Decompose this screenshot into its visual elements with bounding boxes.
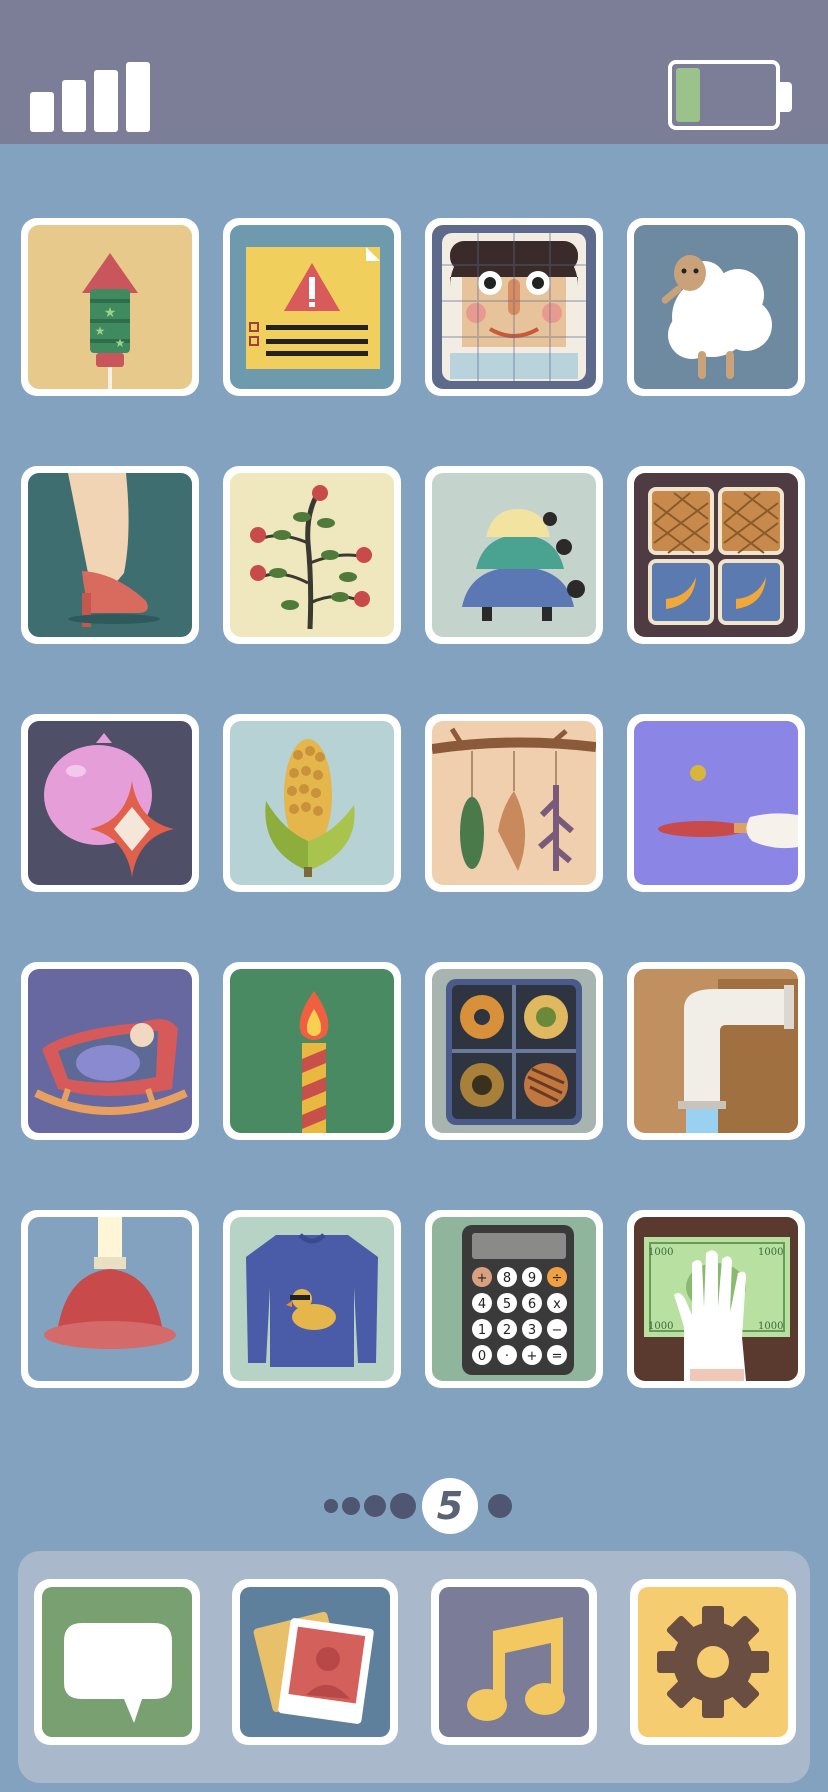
calculator-key-label: = <box>552 1349 563 1364</box>
warning-document-icon <box>230 225 394 389</box>
calculator-key-label: − <box>552 1323 563 1338</box>
firework-rocket-icon: ★ ★ ★ <box>28 225 192 389</box>
page-dot[interactable] <box>488 1494 512 1518</box>
calculator-key-label: + <box>527 1349 538 1364</box>
faucet-pipe-icon <box>634 969 798 1133</box>
svg-text:★: ★ <box>95 324 106 338</box>
gear-dock-app[interactable] <box>630 1579 796 1745</box>
faucet-pipe-app[interactable] <box>627 962 805 1140</box>
banknote-value: 1000 <box>648 1247 673 1258</box>
firework-rocket-app[interactable]: ★ ★ ★ <box>21 218 199 396</box>
calculator-key-label: 8 <box>503 1271 511 1286</box>
sheep-app[interactable] <box>627 218 805 396</box>
photos-dock-app[interactable] <box>232 1579 398 1745</box>
calculator-key-label: · <box>505 1349 509 1364</box>
corn-app[interactable] <box>223 714 401 892</box>
photos-icon <box>240 1587 390 1737</box>
banknote-value: 1000 <box>758 1247 783 1258</box>
status-bar <box>0 0 828 144</box>
calculator-key-label: 4 <box>478 1297 486 1312</box>
signal-bar <box>30 92 54 132</box>
high-heel-leg-icon <box>28 473 192 637</box>
flowering-branch-app[interactable] <box>223 466 401 644</box>
banknote-value: 1000 <box>648 1321 673 1332</box>
gloved-hand-banknote-icon: 1000 1000 1000 1000 <box>634 1217 798 1381</box>
corn-icon <box>230 721 394 885</box>
gear-icon <box>638 1587 788 1737</box>
page-indicator[interactable]: 5 <box>0 1478 828 1538</box>
cookie-box-app[interactable] <box>425 962 603 1140</box>
battery-level-fill <box>676 68 700 122</box>
signal-bar <box>126 62 150 132</box>
duck-sweater-app[interactable] <box>223 1210 401 1388</box>
slot-machine-bananas-icon <box>634 473 798 637</box>
banknote-value: 1000 <box>758 1321 783 1332</box>
candle-icon <box>230 969 394 1133</box>
calculator-app[interactable]: +8 9 ÷ 4 5 6 x 1 2 3 − 0 · + = <box>425 1210 603 1388</box>
slot-machine-bananas-app[interactable] <box>627 466 805 644</box>
speech-bubble-dock-app[interactable] <box>34 1579 200 1745</box>
calculator-key-label: ÷ <box>552 1271 563 1286</box>
flowering-branch-icon <box>230 473 394 637</box>
calculator-key-label: x <box>553 1297 561 1312</box>
calculator-icon: +8 9 ÷ 4 5 6 x 1 2 3 − 0 · + = <box>432 1217 596 1381</box>
page-dot[interactable] <box>364 1495 386 1517</box>
page-dot[interactable] <box>342 1497 360 1515</box>
gloved-hand-banknote-app[interactable]: 1000 1000 1000 1000 <box>627 1210 805 1388</box>
svg-text:★: ★ <box>104 305 117 321</box>
battery-cap <box>780 82 792 112</box>
signal-bar <box>62 80 86 132</box>
current-page-indicator: 5 <box>422 1478 478 1534</box>
speech-bubble-icon <box>42 1587 192 1737</box>
plunger-icon <box>28 1217 192 1381</box>
face-puzzle-icon <box>432 225 596 389</box>
calculator-key-label: 9 <box>528 1271 536 1286</box>
ping-pong-paddle-app[interactable] <box>627 714 805 892</box>
rocking-cradle-app[interactable] <box>21 962 199 1140</box>
signal-bar <box>94 70 118 132</box>
hanging-specimens-icon <box>432 721 596 885</box>
balloon-sparkle-app[interactable] <box>21 714 199 892</box>
signal-strength-icon <box>30 62 152 132</box>
calculator-key-label: 6 <box>528 1297 536 1312</box>
battery-icon <box>668 60 792 136</box>
hanging-specimens-app[interactable] <box>425 714 603 892</box>
page-dot[interactable] <box>324 1499 338 1513</box>
warning-document-app[interactable] <box>223 218 401 396</box>
sheep-icon <box>634 225 798 389</box>
calculator-key-label: + <box>477 1271 488 1286</box>
music-note-dock-app[interactable] <box>431 1579 597 1745</box>
cookie-box-icon <box>432 969 596 1133</box>
high-heel-leg-app[interactable] <box>21 466 199 644</box>
face-puzzle-app[interactable] <box>425 218 603 396</box>
candle-app[interactable] <box>223 962 401 1140</box>
calculator-key-label: 5 <box>503 1297 511 1312</box>
page-dot[interactable] <box>390 1493 416 1519</box>
ping-pong-paddle-icon <box>634 721 798 885</box>
stacked-turtles-icon <box>432 473 596 637</box>
calculator-key-label: 1 <box>478 1323 486 1338</box>
dock <box>18 1551 810 1783</box>
svg-text:★: ★ <box>115 336 126 350</box>
music-note-icon <box>439 1587 589 1737</box>
stacked-turtles-app[interactable] <box>425 466 603 644</box>
calculator-key-label: 3 <box>528 1323 536 1338</box>
duck-sweater-icon <box>230 1217 394 1381</box>
calculator-key-label: 2 <box>503 1323 511 1338</box>
rocking-cradle-icon <box>28 969 192 1133</box>
balloon-sparkle-icon <box>28 721 192 885</box>
calculator-key-label: 0 <box>478 1349 486 1364</box>
plunger-app[interactable] <box>21 1210 199 1388</box>
